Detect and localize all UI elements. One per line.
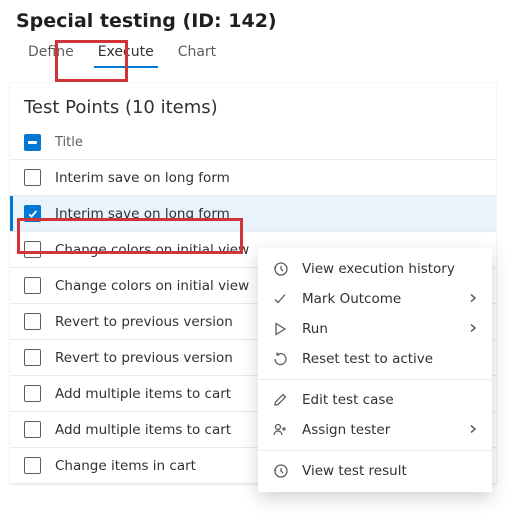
row-checkbox[interactable] (24, 313, 41, 330)
row-title: Revert to previous version (55, 350, 233, 366)
row-title: Change items in cart (55, 458, 196, 474)
row-checkbox[interactable] (24, 277, 41, 294)
row-title: Add multiple items to cart (55, 422, 231, 438)
edit-icon (272, 392, 288, 408)
tabs: Define Execute Chart (0, 36, 506, 69)
row-checkbox[interactable] (24, 241, 41, 258)
row-title: Interim save on long form (55, 170, 230, 186)
menu-item-run[interactable]: Run (258, 314, 492, 344)
tab-execute[interactable]: Execute (86, 36, 166, 68)
chevron-right-icon (468, 291, 478, 307)
menu-item-assign-tester[interactable]: Assign tester (258, 415, 492, 445)
history-icon (272, 463, 288, 479)
menu-separator (258, 379, 492, 380)
menu-item-view-execution-history[interactable]: View execution history (258, 254, 492, 284)
row-title: Revert to previous version (55, 314, 233, 330)
row-checkbox[interactable] (24, 385, 41, 402)
check-icon (272, 291, 288, 307)
tab-chart[interactable]: Chart (166, 36, 228, 68)
history-icon (272, 261, 288, 277)
menu-item-label: Mark Outcome (302, 291, 401, 307)
chevron-right-icon (468, 422, 478, 438)
test-points-title: Test Points (10 items) (10, 83, 496, 128)
chevron-right-icon (468, 321, 478, 337)
table-row[interactable]: Interim save on long form (10, 196, 496, 232)
row-title: Change colors on initial view (55, 278, 249, 294)
menu-item-label: View test result (302, 463, 407, 479)
menu-item-reset-test-to-active[interactable]: Reset test to active (258, 344, 492, 374)
menu-separator (258, 450, 492, 451)
row-checkbox[interactable] (24, 421, 41, 438)
page-title: Special testing (ID: 142) (0, 0, 506, 36)
menu-item-label: Reset test to active (302, 351, 433, 367)
row-checkbox[interactable] (24, 169, 41, 186)
select-all-checkbox[interactable] (24, 134, 41, 151)
menu-item-edit-test-case[interactable]: Edit test case (258, 385, 492, 415)
assign-icon (272, 422, 288, 438)
menu-item-mark-outcome[interactable]: Mark Outcome (258, 284, 492, 314)
row-checkbox[interactable] (24, 349, 41, 366)
menu-item-label: Edit test case (302, 392, 394, 408)
menu-item-label: View execution history (302, 261, 455, 277)
column-header: Title (10, 128, 496, 160)
row-checkbox[interactable] (24, 457, 41, 474)
table-row[interactable]: Interim save on long form (10, 160, 496, 196)
row-checkbox[interactable] (24, 205, 41, 222)
row-title: Interim save on long form (55, 206, 230, 222)
row-title: Add multiple items to cart (55, 386, 231, 402)
menu-item-view-test-result[interactable]: View test result (258, 456, 492, 486)
row-title: Change colors on initial view (55, 242, 249, 258)
reset-icon (272, 351, 288, 367)
menu-item-label: Run (302, 321, 328, 337)
tab-define[interactable]: Define (16, 36, 86, 68)
title-column-label: Title (55, 135, 83, 150)
play-icon (272, 321, 288, 337)
context-menu: View execution history Mark Outcome Run Res… (258, 248, 492, 492)
menu-item-label: Assign tester (302, 422, 390, 438)
